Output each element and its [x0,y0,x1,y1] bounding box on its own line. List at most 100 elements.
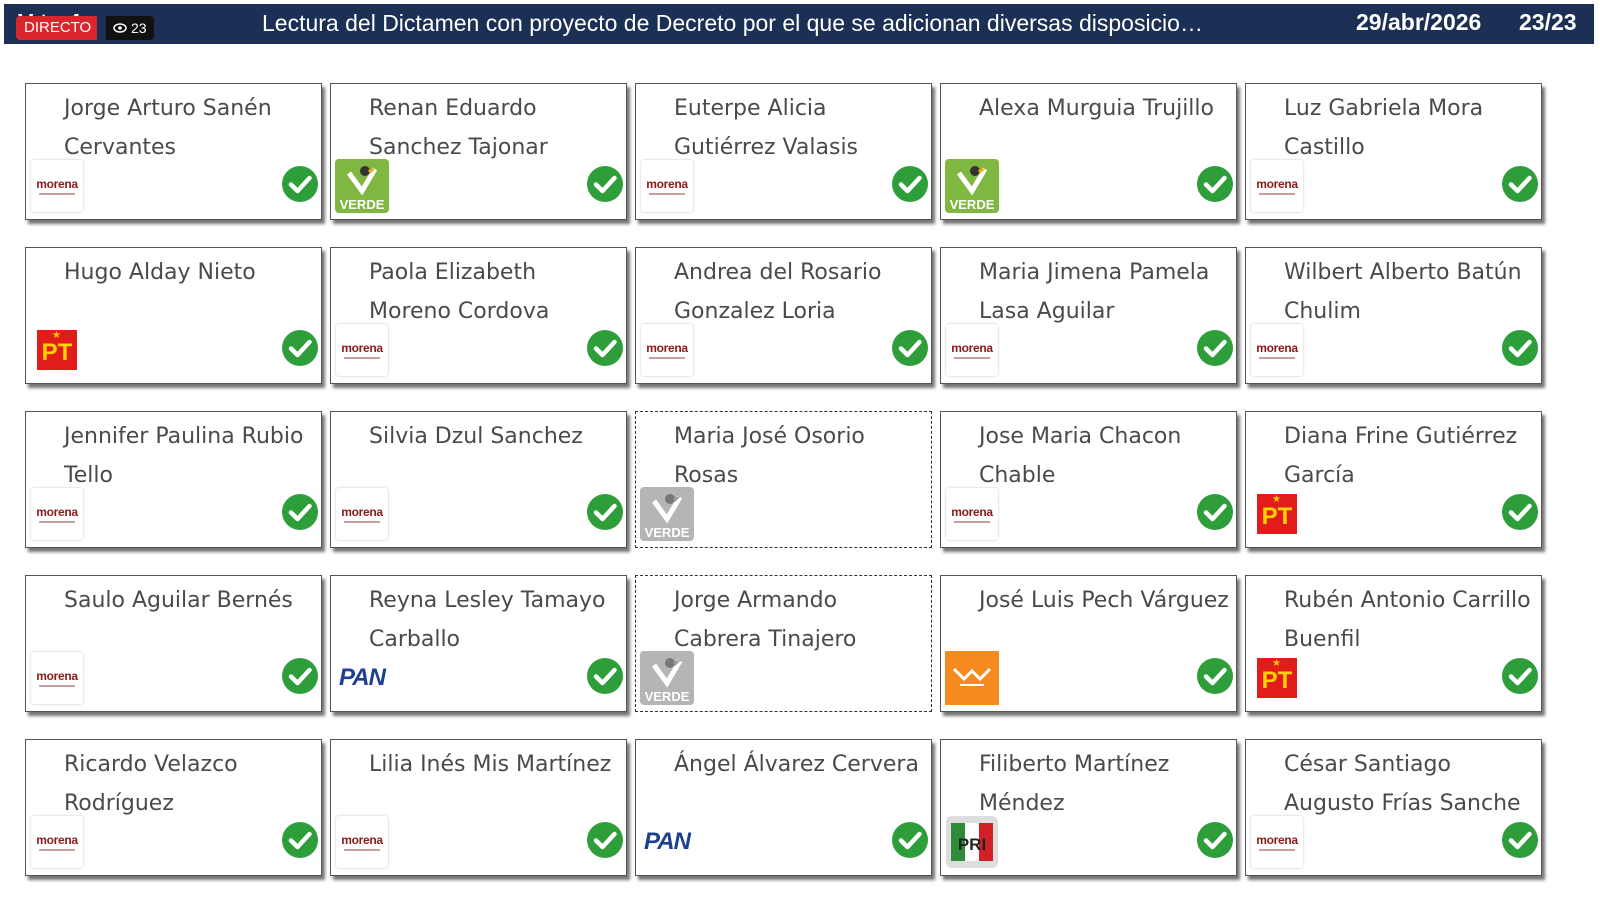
vote-check-icon [1196,657,1234,695]
vote-check-icon [586,493,624,531]
deputy-name: Saulo Aguilar Bernés [64,588,293,613]
movimiento-ciudadano-logo-icon [945,651,999,705]
party-logo: PRI [945,815,999,869]
deputy-name: Reyna Lesley Tamayo Carballo [369,588,606,652]
deputy-name: Maria José Osorio Rosas [674,424,865,488]
pt-logo-icon: ★ PT [1257,494,1297,534]
svg-text:VERDE: VERDE [950,197,995,212]
deputy-name: Hugo Alday Nieto [64,260,256,285]
deputy-card: Euterpe Alicia Gutiérrez Valasis morena [635,83,932,220]
vote-check-icon [586,821,624,859]
party-logo: morena [30,651,84,705]
party-logo: ★ PT [1250,651,1304,705]
deputy-card: Lilia Inés Mis Martínez morena [330,739,627,876]
deputy-card: Renan Eduardo Sanchez Tajonar VERDE [330,83,627,220]
party-logo: morena [1250,159,1304,213]
deputy-name: César Santiago Augusto Frías Sanche [1284,752,1521,816]
deputy-name: Luz Gabriela Mora Castillo [1284,96,1484,160]
party-logo: ★ PT [30,323,84,377]
morena-logo-icon: morena [336,816,388,868]
party-logo: ★ PT [1250,487,1304,541]
deputy-name: Ricardo Velazco Rodríguez [64,752,238,816]
pan-logo-icon: PAN [644,828,691,855]
vote-check-icon [281,821,319,859]
eye-icon [113,23,127,33]
svg-text:VERDE: VERDE [340,197,385,212]
party-logo: VERDE [945,159,999,213]
deputy-name: Ángel Álvarez Cervera [674,752,919,777]
deputy-card: Silvia Dzul Sanchez morena [330,411,627,548]
live-badge: DIRECTO [16,16,98,40]
deputy-name: Lilia Inés Mis Martínez [369,752,612,777]
party-logo: VERDE [640,651,694,705]
party-logo: morena [1250,323,1304,377]
session-header-bar: V to 4 DIRECTO 23 Lectura del Dictamen c… [4,4,1594,44]
deputy-name: Maria Jimena Pamela Lasa Aguilar [979,260,1210,324]
deputy-card: José Luis Pech Várguez [940,575,1237,712]
party-logo: VERDE [640,487,694,541]
party-logo: morena [945,323,999,377]
vote-check-icon [891,329,929,367]
deputy-card: Diana Frine Gutiérrez García ★ PT [1245,411,1542,548]
party-logo: VERDE [335,159,389,213]
morena-logo-icon: morena [31,816,83,868]
party-logo: morena [335,323,389,377]
session-date: 29/abr/2026 [1356,9,1482,35]
deputy-card: Ricardo Velazco Rodríguez morena [25,739,322,876]
deputy-card: Filiberto Martínez Méndez PRI [940,739,1237,876]
vote-check-icon [891,821,929,859]
party-logo: morena [335,487,389,541]
deputy-name: Filiberto Martínez Méndez [979,752,1170,816]
morena-logo-icon: morena [1251,324,1303,376]
deputy-card: Jennifer Paulina Rubio Tello morena [25,411,322,548]
deputy-name: Jennifer Paulina Rubio Tello [64,424,304,488]
deputy-card: Jose Maria Chacon Chable morena [940,411,1237,548]
svg-text:VERDE: VERDE [645,525,690,540]
party-logo: morena [945,487,999,541]
morena-logo-icon: morena [31,160,83,212]
vote-check-icon [281,657,319,695]
verde-logo-gray-icon: VERDE [640,487,694,541]
deputy-card: Hugo Alday Nieto ★ PT [25,247,322,384]
morena-logo-icon: morena [641,324,693,376]
deputy-card: Andrea del Rosario Gonzalez Loria morena [635,247,932,384]
vote-check-icon [1501,165,1539,203]
vote-count: 23/23 [1519,9,1577,35]
morena-logo-icon: morena [1251,160,1303,212]
party-logo: morena [30,815,84,869]
vote-check-icon [281,329,319,367]
morena-logo-icon: morena [946,324,998,376]
morena-logo-icon: morena [1251,816,1303,868]
morena-logo-icon: morena [336,488,388,540]
viewer-count: 23 [106,16,154,40]
deputy-name: Jose Maria Chacon Chable [979,424,1182,488]
vote-check-icon [586,657,624,695]
deputy-name: Silvia Dzul Sanchez [369,424,583,449]
deputy-name: Euterpe Alicia Gutiérrez Valasis [674,96,859,160]
svg-text:VERDE: VERDE [645,689,690,704]
deputy-card: Wilbert Alberto Batún Chulim morena [1245,247,1542,384]
vote-check-icon [1501,329,1539,367]
deputy-card: Jorge Arturo Sanén Cervantes morena [25,83,322,220]
vote-check-icon [1196,165,1234,203]
party-logo: morena [335,815,389,869]
deputy-name: Diana Frine Gutiérrez García [1284,424,1518,488]
deputy-card: Reyna Lesley Tamayo Carballo PAN [330,575,627,712]
deputies-grid: Jorge Arturo Sanén Cervantes morena Renan … [25,83,1545,876]
deputy-card: Jorge Armando Cabrera Tinajero VERDE [635,575,932,712]
morena-logo-icon: morena [946,488,998,540]
session-subject: Lectura del Dictamen con proyecto de Dec… [262,10,1203,36]
deputy-name: Rubén Antonio Carrillo Buenfil [1284,588,1531,652]
deputy-name: Wilbert Alberto Batún Chulim [1284,260,1522,324]
svg-text:PRI: PRI [958,835,986,854]
deputy-card: Luz Gabriela Mora Castillo morena [1245,83,1542,220]
party-logo: morena [1250,815,1304,869]
vote-check-icon [1501,493,1539,531]
deputy-card: Alexa Murguia Trujillo VERDE [940,83,1237,220]
pt-logo-icon: ★ PT [37,330,77,370]
pan-logo-icon: PAN [339,664,386,691]
verde-logo-icon: VERDE [945,159,999,213]
vote-check-icon [281,165,319,203]
vote-check-icon [1196,821,1234,859]
deputy-card: Paola Elizabeth Moreno Cordova morena [330,247,627,384]
